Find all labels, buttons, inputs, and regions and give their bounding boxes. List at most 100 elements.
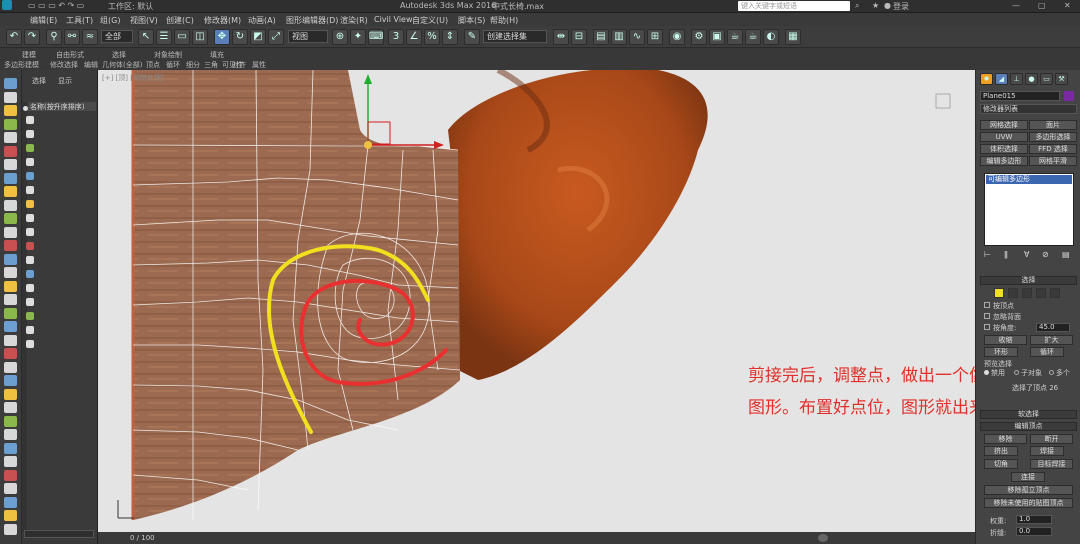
user-login[interactable]: 登录: [893, 1, 909, 12]
left-tool-icon[interactable]: [4, 334, 17, 346]
scene-filter-icon[interactable]: [26, 158, 34, 166]
select-object-icon[interactable]: ↖: [138, 29, 154, 45]
scene-filter-icon[interactable]: [23, 106, 28, 111]
menu-item[interactable]: 自定义(U): [412, 15, 448, 26]
pin-stack-icon[interactable]: ⊢: [984, 250, 991, 259]
help-star-icon[interactable]: ★: [872, 1, 879, 10]
object-name-field[interactable]: Plane015: [980, 91, 1060, 101]
remove-button[interactable]: 移除: [984, 434, 1027, 444]
pivot-center-icon[interactable]: ⊕: [332, 29, 348, 45]
bind-spacewarp-icon[interactable]: ≈: [82, 29, 98, 45]
render-iterative-icon[interactable]: ☕: [745, 29, 761, 45]
ribbon-subtab[interactable]: 编辑: [84, 60, 98, 70]
modifier-list-select[interactable]: 修改器列表: [980, 104, 1077, 114]
element-mode-icon[interactable]: [1050, 288, 1060, 298]
left-tool-icon[interactable]: [4, 442, 17, 454]
rendered-frame-icon[interactable]: ▣: [709, 29, 725, 45]
poly-select-button[interactable]: 多边形选择: [1029, 132, 1077, 142]
angle-spinner[interactable]: 45.0: [1036, 323, 1070, 332]
align-icon[interactable]: ⊟: [571, 29, 587, 45]
select-rotate-icon[interactable]: ↻: [232, 29, 248, 45]
ribbon-subtab[interactable]: 对齐: [232, 60, 246, 70]
ribbon-tab[interactable]: 建模: [22, 50, 36, 60]
left-tool-icon[interactable]: [4, 267, 17, 278]
render-setup-icon[interactable]: ⚙: [691, 29, 707, 45]
left-tool-icon[interactable]: [4, 348, 17, 359]
snaps-toggle-icon[interactable]: 3: [388, 29, 404, 45]
ribbon-subtab[interactable]: 多边形建模: [4, 60, 39, 70]
workspace-select[interactable]: 工作区: 默认: [108, 1, 153, 12]
move-gizmo[interactable]: [364, 74, 444, 149]
object-color-swatch[interactable]: [1064, 91, 1074, 101]
patch-select-button[interactable]: 面片: [1029, 120, 1077, 130]
menu-item[interactable]: 创建(C): [166, 15, 194, 26]
render-icon[interactable]: ☕: [727, 29, 743, 45]
scene-filter-icon[interactable]: [26, 144, 34, 152]
remove-unused-map-button[interactable]: 移除未使用的贴图顶点: [984, 498, 1073, 508]
window-crossing-icon[interactable]: ◫: [192, 29, 208, 45]
left-tool-icon[interactable]: [4, 429, 17, 440]
maximize-button[interactable]: ▢: [1038, 1, 1046, 10]
left-tool-icon[interactable]: [4, 361, 17, 373]
vol-select-button[interactable]: 体积选择: [980, 144, 1028, 154]
select-scale-icon[interactable]: ◩: [250, 29, 266, 45]
a360-render-icon[interactable]: ▦: [785, 29, 801, 45]
left-tool-icon[interactable]: [4, 294, 17, 305]
scene-filter-icon[interactable]: [26, 172, 34, 180]
show-end-result-icon[interactable]: ǁ: [1004, 250, 1008, 259]
left-tool-icon[interactable]: [4, 280, 17, 292]
weld-button[interactable]: 焊接: [1030, 446, 1064, 456]
break-button[interactable]: 断开: [1030, 434, 1073, 444]
left-tool-icon[interactable]: [4, 91, 17, 103]
ribbon-tab[interactable]: 填充: [210, 50, 224, 60]
scene-filter-icon[interactable]: [26, 116, 34, 124]
left-tool-icon[interactable]: [4, 118, 17, 130]
scene-filter-icon[interactable]: [26, 186, 34, 194]
placement-icon[interactable]: ⤢: [268, 29, 284, 45]
scene-filter-icon[interactable]: [26, 242, 34, 250]
edit-poly-button[interactable]: 编辑多边形: [980, 156, 1028, 166]
left-tool-icon[interactable]: [4, 375, 17, 386]
by-angle-checkbox[interactable]: [984, 324, 990, 330]
left-tool-icon[interactable]: [4, 159, 17, 170]
viewport-top[interactable]: [+] [顶] [明暗处理] 剪接完后，调整点，做出一个像蜗牛壳的 图形。布置好…: [98, 70, 975, 532]
remove-isolated-button[interactable]: 移除孤立顶点: [984, 485, 1073, 495]
left-tool-icon[interactable]: [4, 388, 17, 400]
ring-button[interactable]: 环形: [984, 347, 1018, 357]
user-icon[interactable]: ●: [884, 1, 891, 10]
connect-button[interactable]: 连接: [1011, 472, 1045, 482]
close-button[interactable]: ✕: [1064, 1, 1071, 10]
crease-spinner[interactable]: 0.0: [1016, 527, 1052, 536]
search-icon[interactable]: ⌕: [855, 1, 859, 11]
angle-snap-icon[interactable]: ∠: [406, 29, 422, 45]
time-slider[interactable]: 0 / 100: [98, 532, 975, 544]
chamfer-button[interactable]: 切角: [984, 459, 1018, 469]
ribbon-subtab[interactable]: 修改选择: [50, 60, 78, 70]
scene-filter-icon[interactable]: [26, 228, 34, 236]
ignore-backface-checkbox[interactable]: [984, 313, 990, 319]
app-logo-icon[interactable]: [2, 0, 12, 10]
undo-icon[interactable]: ↶: [6, 29, 22, 45]
preview-multi-radio[interactable]: [1049, 370, 1054, 375]
percent-snap-icon[interactable]: %: [424, 29, 440, 45]
ribbon-tab[interactable]: 对象绘制: [154, 50, 182, 60]
left-tool-icon[interactable]: [4, 307, 17, 319]
ribbon-subtab[interactable]: 三角: [204, 60, 218, 70]
reference-coord-select[interactable]: 视图: [288, 30, 328, 43]
preview-subobj-radio[interactable]: [1014, 370, 1019, 375]
create-tab-icon[interactable]: ✹: [980, 73, 993, 85]
ribbon-tab[interactable]: 自由形式: [56, 50, 84, 60]
menu-item[interactable]: 工具(T): [66, 15, 93, 26]
keyboard-shortcut-icon[interactable]: ⌨: [368, 29, 384, 45]
loop-button[interactable]: 循环: [1030, 347, 1064, 357]
ribbon-subtab[interactable]: 循环: [166, 60, 180, 70]
scene-scrollbar[interactable]: [24, 530, 94, 538]
menu-item[interactable]: 帮助(H): [490, 15, 518, 26]
scene-tab-select[interactable]: 选择: [32, 76, 46, 86]
hierarchy-tab-icon[interactable]: ⊥: [1010, 73, 1023, 85]
ribbon-subtab[interactable]: 细分: [186, 60, 200, 70]
utilities-tab-icon[interactable]: ⚒: [1055, 73, 1068, 85]
named-selection-select[interactable]: 创建选择集: [483, 30, 547, 43]
left-tool-icon[interactable]: [4, 226, 17, 238]
left-tool-icon[interactable]: [4, 321, 17, 332]
